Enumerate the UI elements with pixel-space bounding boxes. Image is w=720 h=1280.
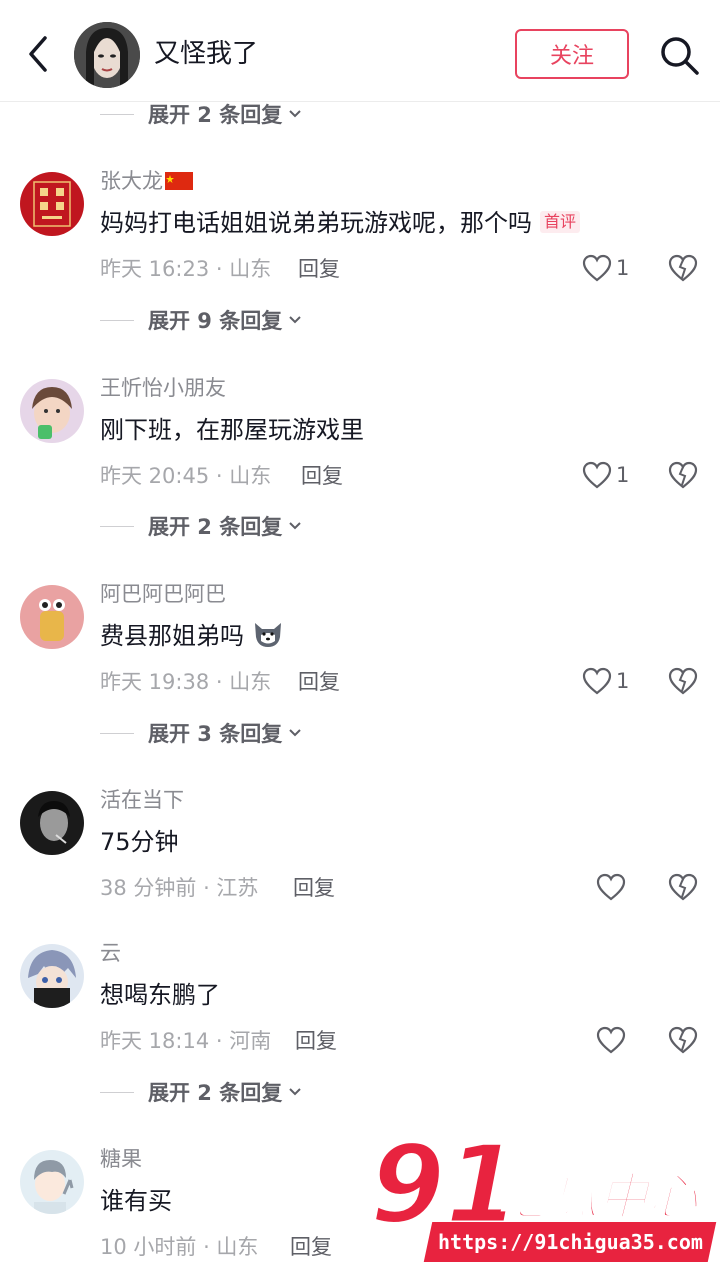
commenter-name[interactable]: 王忻怡小朋友 <box>100 373 226 403</box>
comment-text: 75分钟 <box>100 828 179 856</box>
expand-replies-label: 展开 9 条回复 <box>148 309 283 333</box>
reply-button[interactable]: 回复 <box>295 1026 337 1056</box>
heart-icon <box>596 873 626 901</box>
dislike-button[interactable] <box>666 1022 700 1058</box>
back-button[interactable] <box>18 32 58 76</box>
heart-icon <box>582 667 612 695</box>
like-count: 1 <box>616 463 630 487</box>
chevron-down-icon <box>288 728 302 738</box>
china-flag-icon <box>165 172 193 190</box>
like-button[interactable]: 1 <box>582 663 629 699</box>
commenter-avatar[interactable] <box>20 379 84 443</box>
comment-meta: 昨天 18:14 · 河南 <box>100 1029 272 1053</box>
broken-heart-icon <box>668 461 698 489</box>
expand-replies-button[interactable]: 展开 9 条回复 <box>100 305 302 335</box>
like-button[interactable] <box>596 869 626 905</box>
search-button[interactable] <box>656 32 702 78</box>
chevron-left-icon <box>29 36 47 72</box>
heart-icon <box>582 461 612 489</box>
comment-meta: 38 分钟前 · 江苏 <box>100 876 259 900</box>
commenter-avatar[interactable] <box>20 944 84 1008</box>
comment-meta: 10 小时前 · 山东 <box>100 1235 259 1259</box>
heart-icon <box>596 1026 626 1054</box>
first-comment-badge: 首评 <box>540 211 581 233</box>
top-bar: 又怪我了 关注 <box>0 0 720 102</box>
expand-replies-label: 展开 2 条回复 <box>148 515 283 539</box>
author-name: 又怪我了 <box>154 39 259 69</box>
divider <box>100 525 134 527</box>
expand-replies-label: 展开 2 条回复 <box>148 103 283 127</box>
expand-replies-label: 展开 2 条回复 <box>148 1081 283 1105</box>
expand-replies-button[interactable]: 展开 2 条回复 <box>100 99 302 129</box>
watermark-url: https://91chigua35.com <box>423 1222 717 1262</box>
commenter-name[interactable]: 活在当下 <box>100 785 184 815</box>
chevron-down-icon <box>288 315 302 325</box>
like-button[interactable]: 1 <box>582 250 629 286</box>
commenter-name[interactable]: 张大龙 <box>100 166 193 196</box>
broken-heart-icon <box>668 1026 698 1054</box>
search-icon <box>661 37 699 75</box>
commenter-avatar[interactable] <box>20 791 84 855</box>
broken-heart-icon <box>668 667 698 695</box>
broken-heart-icon <box>668 254 698 282</box>
dislike-button[interactable] <box>666 250 700 286</box>
author-avatar[interactable] <box>74 22 140 88</box>
commenter-name[interactable]: 糖果 <box>100 1144 142 1174</box>
like-button[interactable]: 1 <box>582 457 629 493</box>
comment-text: 妈妈打电话姐姐说弟弟玩游戏呢，那个吗 首评 <box>100 206 581 240</box>
comment-text: 费县那姐弟吗 <box>100 619 284 653</box>
like-count: 1 <box>616 669 630 693</box>
watermark-brand: 吃瓜中心 <box>498 1168 700 1226</box>
comment-meta: 昨天 20:45 · 山东 <box>100 464 272 488</box>
commenter-name[interactable]: 云 <box>100 938 121 968</box>
dislike-button[interactable] <box>666 457 700 493</box>
comment-text: 想喝东鹏了 <box>100 981 220 1009</box>
commenter-avatar[interactable] <box>20 172 84 236</box>
commenter-avatar[interactable] <box>20 585 84 649</box>
expand-replies-button[interactable]: 展开 3 条回复 <box>100 718 302 748</box>
reply-button[interactable]: 回复 <box>293 873 335 903</box>
divider <box>100 732 134 734</box>
comment-text: 谁有买 <box>100 1187 172 1215</box>
comment-meta: 昨天 16:23 · 山东 <box>100 257 272 281</box>
follow-button[interactable]: 关注 <box>515 29 629 79</box>
dislike-button[interactable] <box>666 663 700 699</box>
commenter-avatar[interactable] <box>20 1150 84 1214</box>
dislike-button[interactable] <box>666 869 700 905</box>
comment-meta: 昨天 19:38 · 山东 <box>100 670 272 694</box>
reply-button[interactable]: 回复 <box>298 667 340 697</box>
like-count: 1 <box>616 256 630 280</box>
broken-heart-icon <box>668 873 698 901</box>
reply-button[interactable]: 回复 <box>298 254 340 284</box>
chevron-down-icon <box>288 1087 302 1097</box>
like-button[interactable] <box>596 1022 626 1058</box>
expand-replies-button[interactable]: 展开 2 条回复 <box>100 1077 302 1107</box>
reply-button[interactable]: 回复 <box>301 461 343 491</box>
divider <box>100 113 134 115</box>
expand-replies-label: 展开 3 条回复 <box>148 722 283 746</box>
chevron-down-icon <box>288 521 302 531</box>
divider <box>100 1091 134 1093</box>
reply-button[interactable]: 回复 <box>290 1232 332 1262</box>
chevron-down-icon <box>288 109 302 119</box>
divider <box>100 319 134 321</box>
expand-replies-button[interactable]: 展开 2 条回复 <box>100 511 302 541</box>
husky-emoji-icon <box>254 623 281 647</box>
comment-text: 刚下班，在那屋玩游戏里 <box>100 416 364 444</box>
heart-icon <box>582 254 612 282</box>
commenter-name[interactable]: 阿巴阿巴阿巴 <box>100 579 226 609</box>
